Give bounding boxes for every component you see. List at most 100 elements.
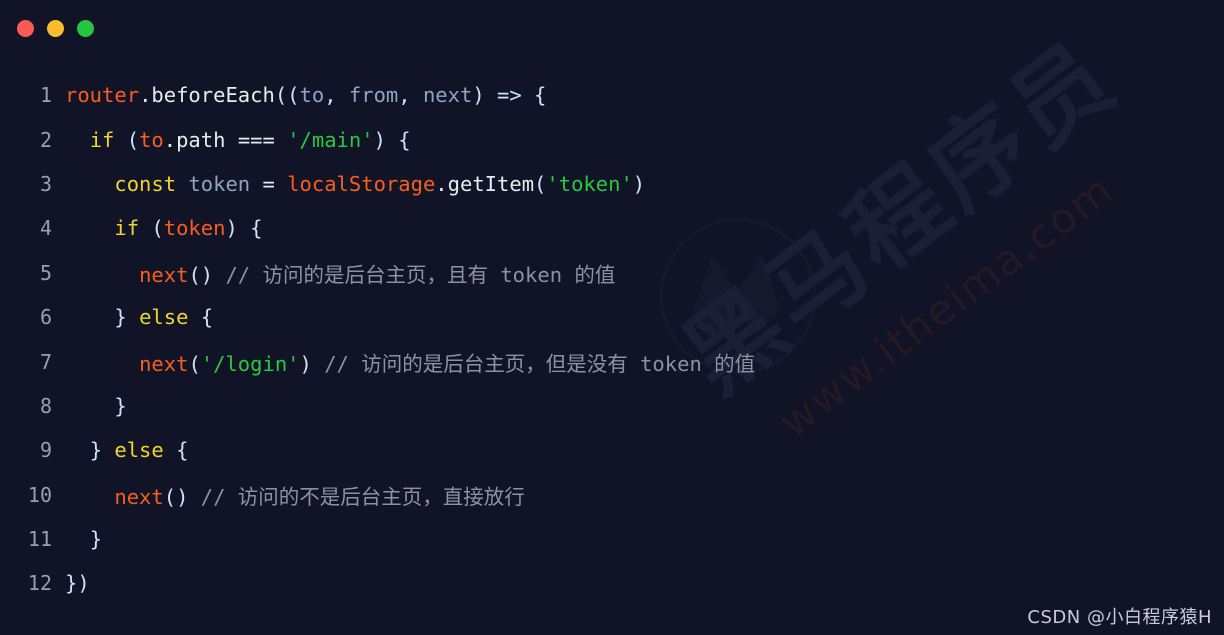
code-line-content[interactable]: if (token) { [52,216,263,241]
maximize-button[interactable] [77,19,94,37]
code-token: } [89,438,103,463]
code-line-content[interactable]: next() // 访问的是后台主页，且有 token 的值 [52,258,615,288]
code-token: ) [632,171,646,196]
code-token: , [398,83,423,108]
code-token: .path [163,127,226,152]
code-line-content[interactable]: router.beforeEach((to, from, next) => { [52,83,546,107]
code-line-content[interactable]: } [52,527,102,551]
line-number: 8 [39,393,52,418]
line-number: 5 [39,260,52,285]
code-token: { [250,216,263,241]
code-line-content[interactable]: } else { [52,438,189,463]
code-token: if [89,127,115,152]
code-line-content[interactable]: const token = localStorage.getItem('toke… [52,172,645,196]
code-line: 1 router.beforeEach((to, from, next) => { [0,73,1224,117]
code-token: token [163,216,226,241]
code-line-content[interactable]: if (to.path === '/main') { [52,128,411,152]
line-number: 10 [27,482,52,507]
code-line-content[interactable]: } else { [52,305,213,329]
code-line: 6 } else { [0,295,1224,339]
code-line-content[interactable]: next() // 访问的不是后台主页，直接放行 [52,480,525,510]
code-token: , [324,83,349,108]
line-number: 12 [27,571,52,596]
line-number: 7 [39,349,52,374]
code-token: { [534,83,547,108]
code-token: localStorage [287,171,436,196]
code-line: 2 if (to.path === '/main') { [0,117,1224,161]
code-token: // 访问的是后台主页，但是没有 token 的值 [324,351,756,376]
line-number: 9 [39,438,52,463]
code-line: 12}) [0,561,1224,605]
code-token: from [348,83,399,108]
code-token: // 访问的是后台主页，且有 token 的值 [225,262,616,287]
code-token: ( [151,216,164,241]
code-token: if [114,216,140,241]
code-line: 4 if (token) { [0,206,1224,250]
code-token: // 访问的不是后台主页，直接放行 [200,484,525,509]
code-token: === [237,127,275,152]
code-token: to [139,127,164,152]
code-token: { [200,305,214,330]
code-line-content[interactable]: }) [52,571,90,595]
code-token: } [114,393,127,418]
code-line: 7 next('/login') // 访问的是后台主页，但是没有 token … [0,339,1224,383]
code-line: 9 } else { [0,428,1224,472]
code-line: 5 next() // 访问的是后台主页，且有 token 的值 [0,251,1224,295]
minimize-button[interactable] [47,19,64,37]
code-token: ) [299,351,312,376]
code-screenshot-window: 黑马程序员 www.itheima.com 1 router.beforeEach… [0,0,1224,635]
code-token: } [89,527,103,552]
code-block: 1 router.beforeEach((to, from, next) => {… [0,73,1224,606]
code-token: next [139,262,189,287]
line-number: 4 [39,216,52,241]
line-number: 2 [39,127,52,152]
code-token: router [65,83,140,108]
code-token: ( [126,127,140,152]
code-token: ) [472,83,485,108]
code-line-content[interactable]: next('/login') // 访问的是后台主页，但是没有 token 的值 [52,347,755,377]
code-token: next [114,484,164,509]
code-line: 8 } [0,384,1224,428]
window-titlebar [0,0,1224,56]
code-token: else [139,305,189,330]
code-token: .beforeEach [139,83,275,108]
code-token: next [139,351,189,376]
code-token: { [398,127,411,152]
code-token: token [188,171,251,196]
code-token: => [484,83,535,108]
code-line: 10 next() // 访问的不是后台主页，直接放行 [0,473,1224,517]
code-line: 3 const token = localStorage.getItem('to… [0,162,1224,206]
line-number: 11 [27,527,52,552]
code-token: }) [65,571,90,596]
line-number: 3 [39,171,52,196]
line-number: 6 [39,305,52,330]
code-line-content[interactable]: } [52,393,127,418]
close-button[interactable] [17,19,34,37]
code-token: const [114,171,177,196]
code-token: ( [188,351,201,376]
code-token: next [422,83,473,108]
code-line: 11 } [0,517,1224,561]
code-token: ) [373,127,386,152]
code-token: () [163,484,189,509]
code-token: ( [534,171,547,196]
code-token: .getItem [435,171,535,196]
code-token: () [188,262,214,287]
code-token: 'token' [546,171,633,196]
code-token: = [262,171,275,196]
line-number: 1 [39,83,52,108]
csdn-attribution-watermark: CSDN @小白程序猿H [1027,607,1212,628]
